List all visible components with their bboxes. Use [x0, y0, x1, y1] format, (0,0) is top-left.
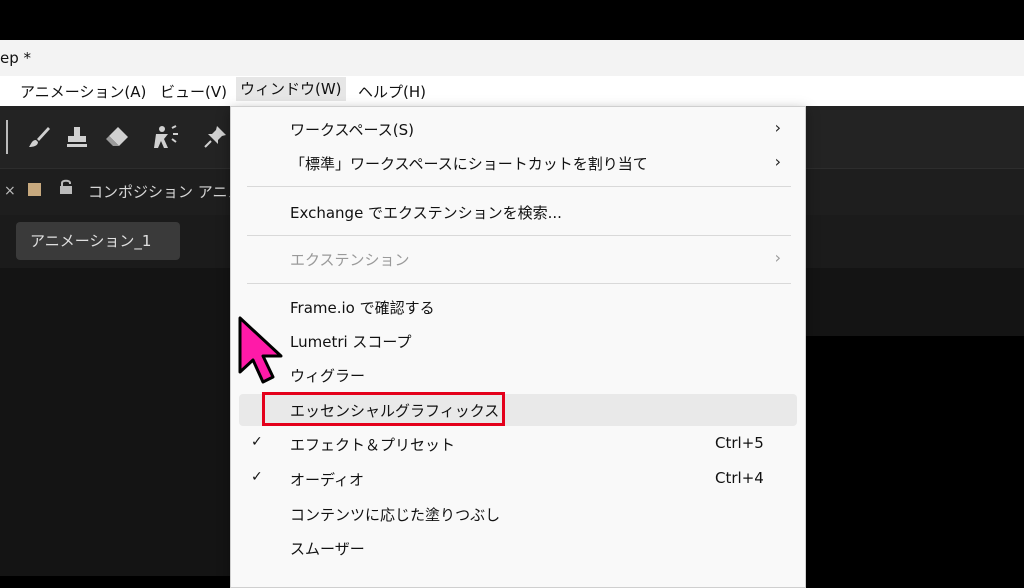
- composition-tab[interactable]: アニメーション_1: [16, 222, 180, 260]
- menu-item-label: 「標準」ワークスペースにショートカットを割り当て: [290, 155, 648, 173]
- chevron-right-icon: ›: [774, 152, 781, 171]
- close-icon[interactable]: ×: [4, 183, 16, 199]
- menu-item-label: エフェクト＆プリセット: [290, 436, 456, 454]
- chevron-right-icon: ›: [774, 248, 781, 267]
- menu-item-label: ワークスペース(S): [290, 121, 414, 139]
- menu-bar: アニメーション(A) ビュー(V) ウィンドウ(W) ヘルプ(H): [0, 76, 1024, 106]
- menu-item-extensions: エクステンション ›: [231, 243, 805, 275]
- arrow-cursor-icon: [236, 316, 296, 386]
- menu-item-lumetri-scopes[interactable]: Lumetri スコープ: [231, 325, 805, 357]
- menu-separator: [247, 235, 791, 236]
- menu-view[interactable]: ビュー(V): [156, 81, 231, 102]
- menu-help[interactable]: ヘルプ(H): [354, 81, 430, 102]
- menu-item-label: エクステンション: [290, 251, 410, 269]
- menu-item-shortcut: Ctrl+4: [715, 469, 764, 487]
- lock-icon[interactable]: [59, 179, 73, 199]
- menu-item-assign-shortcut[interactable]: 「標準」ワークスペースにショートカットを割り当て ›: [231, 147, 805, 179]
- brush-icon[interactable]: [26, 124, 52, 156]
- check-icon: ✓: [251, 469, 263, 485]
- stamp-icon[interactable]: [64, 124, 90, 156]
- menu-separator: [247, 283, 791, 284]
- highlight-box-annotation: [262, 392, 505, 426]
- menu-item-label: Lumetri スコープ: [290, 333, 412, 351]
- menu-item-effects-presets[interactable]: ✓ エフェクト＆プリセット Ctrl+5: [231, 428, 805, 460]
- window-title: ep *: [0, 49, 32, 67]
- menu-item-label: コンテンツに応じた塗りつぶし: [290, 506, 501, 524]
- menu-animation[interactable]: アニメーション(A): [16, 81, 150, 102]
- toolbar-edge: [0, 120, 8, 154]
- menu-item-label: ウィグラー: [290, 367, 366, 385]
- menu-item-smoother[interactable]: スムーザー: [231, 532, 805, 564]
- title-bar: ep *: [0, 40, 1024, 76]
- menu-item-exchange[interactable]: Exchange でエクステンションを検索...: [231, 196, 805, 228]
- menu-window[interactable]: ウィンドウ(W): [236, 77, 346, 101]
- puppet-icon[interactable]: [150, 124, 180, 156]
- menu-item-shortcut: Ctrl+5: [715, 434, 764, 452]
- label-color-swatch[interactable]: [28, 183, 41, 196]
- window-dropdown-menu: ワークスペース(S) › 「標準」ワークスペースにショートカットを割り当て › …: [230, 106, 806, 588]
- menu-item-label: スムーザー: [290, 540, 365, 558]
- menu-item-wiggler[interactable]: ウィグラー: [231, 359, 805, 391]
- menu-item-content-aware-fill[interactable]: コンテンツに応じた塗りつぶし: [231, 498, 805, 530]
- eraser-icon[interactable]: [104, 124, 130, 156]
- menu-item-label: オーディオ: [290, 471, 364, 489]
- menu-item-frameio[interactable]: Frame.io で確認する: [231, 291, 805, 323]
- composition-title: コンポジション アニメ: [88, 183, 243, 201]
- chevron-right-icon: ›: [774, 118, 781, 137]
- menu-item-label: Exchange でエクステンションを検索...: [290, 204, 562, 222]
- viewer-canvas: [780, 336, 1024, 576]
- pin-icon[interactable]: [202, 124, 228, 156]
- check-icon: ✓: [251, 434, 263, 450]
- menu-item-workspace[interactable]: ワークスペース(S) ›: [231, 113, 805, 145]
- menu-separator: [247, 186, 791, 187]
- menu-item-audio[interactable]: ✓ オーディオ Ctrl+4: [231, 463, 805, 495]
- menu-item-label: Frame.io で確認する: [290, 299, 435, 317]
